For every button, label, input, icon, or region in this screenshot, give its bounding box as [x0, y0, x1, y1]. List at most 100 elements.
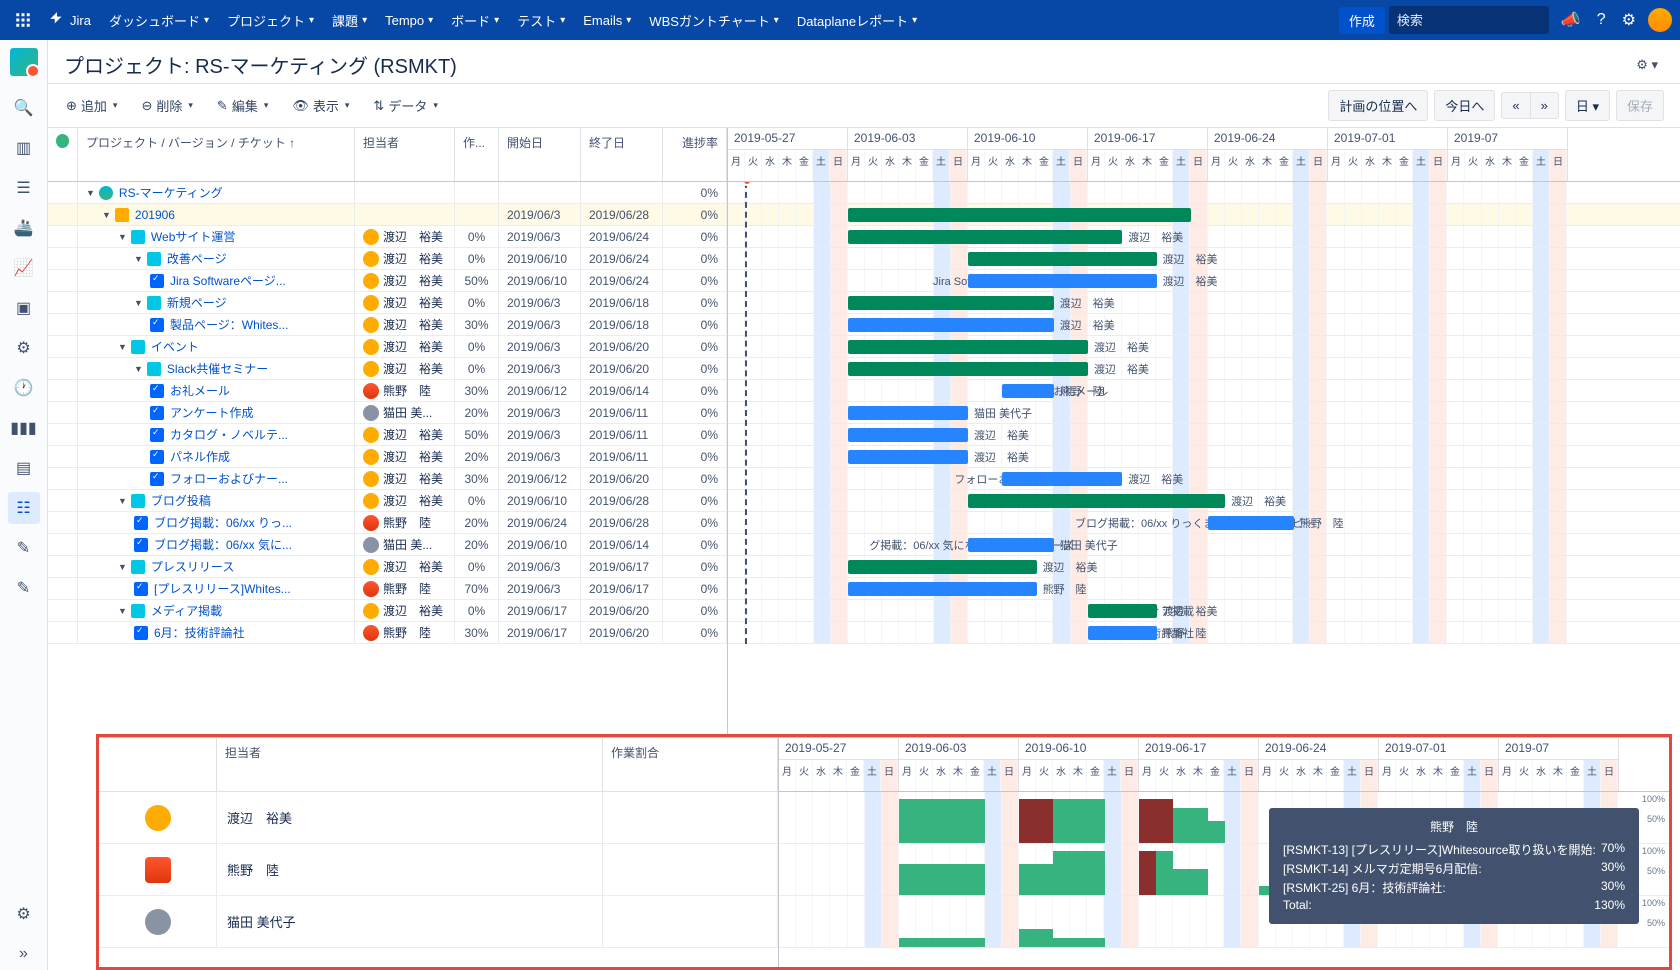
data-button[interactable]: ⇅ データ▾ — [371, 92, 439, 119]
workload-bar[interactable] — [1156, 851, 1173, 895]
search-icon[interactable]: 🔍 — [8, 92, 40, 124]
create-button[interactable]: 作成 — [1339, 7, 1385, 34]
start-header[interactable]: 開始日 — [499, 128, 581, 181]
workload-bar[interactable] — [1088, 851, 1105, 895]
gantt-row[interactable]: sourceページの作成渡辺 裕美 — [728, 314, 1680, 336]
gantt-bar[interactable] — [968, 252, 1157, 266]
add-button[interactable]: ⊕ 追加▾ — [64, 92, 119, 119]
gantt-bar[interactable] — [848, 428, 968, 442]
search-input[interactable] — [1397, 13, 1573, 28]
tree-toggle-icon[interactable]: ▼ — [118, 496, 127, 506]
gantt-bar[interactable] — [848, 208, 1191, 222]
help-icon[interactable]: ? — [1593, 11, 1610, 29]
gantt-bar[interactable] — [848, 560, 1037, 574]
task-row[interactable]: [プレスリリース]Whites...熊野 陸70%2019/06/32019/0… — [48, 578, 727, 600]
workload-bar[interactable] — [950, 938, 967, 947]
collapse-icon[interactable]: » — [8, 938, 40, 970]
list-icon[interactable]: ▤ — [8, 452, 40, 484]
tree-toggle-icon[interactable]: ▼ — [86, 188, 95, 198]
workload-bar[interactable] — [1190, 869, 1207, 895]
nav-item[interactable]: Dataplaneレポート▾ — [789, 0, 925, 40]
reports-icon[interactable]: 📈 — [8, 252, 40, 284]
nav-item[interactable]: 課題▾ — [324, 0, 375, 40]
gantt-row[interactable]: グ・ノベルティ準備渡辺 裕美 — [728, 424, 1680, 446]
task-row[interactable]: ▼Slack共催セミナー渡辺 裕美0%2019/06/32019/06/200% — [48, 358, 727, 380]
tree-toggle-icon[interactable]: ▼ — [118, 342, 127, 352]
gantt-bar[interactable] — [848, 296, 1054, 310]
tree-toggle-icon[interactable]: ▼ — [118, 606, 127, 616]
release-icon[interactable]: 🚢 — [8, 212, 40, 244]
task-row[interactable]: Jira Softwareページ...渡辺 裕美50%2019/06/10201… — [48, 270, 727, 292]
workload-bar[interactable] — [1088, 938, 1105, 947]
gantt-row[interactable]: アンケート作成猫田 美代子 — [728, 402, 1680, 424]
project-settings-icon[interactable]: ⚙ — [8, 898, 40, 930]
task-row[interactable]: 6月：技術評論社熊野 陸30%2019/06/172019/06/200% — [48, 622, 727, 644]
task-row[interactable]: 製品ページ：Whites...渡辺 裕美30%2019/06/32019/06/… — [48, 314, 727, 336]
nav-item[interactable]: テスト▾ — [509, 0, 573, 40]
task-row[interactable]: アンケート作成猫田 美...20%2019/06/32019/06/110% — [48, 402, 727, 424]
tree-toggle-icon[interactable]: ▼ — [134, 364, 143, 374]
workload-bar[interactable] — [1070, 799, 1087, 843]
gantt-bar[interactable] — [848, 340, 1088, 354]
gantt-row[interactable]: パネル作成渡辺 裕美 — [728, 446, 1680, 468]
gantt-bar[interactable] — [968, 538, 1054, 552]
columns-icon[interactable]: ▮▮▮ — [8, 412, 40, 444]
gantt-bar[interactable] — [848, 230, 1122, 244]
gantt-row[interactable]: 改善ページ渡辺 裕美 — [728, 248, 1680, 270]
nav-item[interactable]: WBSガントチャート▾ — [641, 0, 787, 40]
workload-bar[interactable] — [1053, 851, 1070, 895]
gantt-row[interactable]: ブログ投稿渡辺 裕美 — [728, 490, 1680, 512]
feather1-icon[interactable]: ✎ — [8, 532, 40, 564]
gantt-icon[interactable]: ☷ — [8, 492, 40, 524]
task-row[interactable]: ブログ掲載：06/xx りっ...熊野 陸20%2019/06/242019/0… — [48, 512, 727, 534]
task-row[interactable]: ▼イベント渡辺 裕美0%2019/06/32019/06/200% — [48, 336, 727, 358]
page-settings-button[interactable]: ⚙ ▾ — [1630, 53, 1664, 77]
nav-item[interactable]: ボード▾ — [443, 0, 507, 40]
tree-toggle-icon[interactable]: ▼ — [134, 298, 143, 308]
workload-bar[interactable] — [1139, 799, 1156, 843]
workload-bar[interactable] — [933, 799, 950, 843]
gantt-row[interactable]: 新規ページ渡辺 裕美 — [728, 292, 1680, 314]
gantt-bar[interactable] — [1088, 626, 1157, 640]
workload-bar[interactable] — [1019, 799, 1036, 843]
next-button[interactable]: » — [1531, 92, 1559, 119]
app-switcher-icon[interactable] — [8, 11, 38, 29]
workload-bar[interactable] — [1139, 851, 1156, 895]
gantt-row[interactable]: Jira Softwareページ修正依頼渡辺 裕美 — [728, 270, 1680, 292]
workload-bar[interactable] — [950, 864, 967, 895]
gantt-row[interactable]: rce取り扱いを開始熊野 陸 — [728, 578, 1680, 600]
workload-bar[interactable] — [950, 799, 967, 843]
project-icon[interactable] — [10, 48, 38, 76]
end-header[interactable]: 終了日 — [581, 128, 663, 181]
delete-button[interactable]: ⊖ 削除▾ — [139, 92, 194, 119]
workload-bar[interactable] — [916, 799, 933, 843]
gantt-row[interactable]: メディア掲載渡辺 裕美 — [728, 600, 1680, 622]
settings-icon[interactable]: ⚙ — [1618, 10, 1640, 30]
gantt-row[interactable]: イベント渡辺 裕美 — [728, 336, 1680, 358]
workload-bar[interactable] — [1208, 821, 1225, 843]
task-row[interactable]: ▼2019062019/06/32019/06/280% — [48, 204, 727, 226]
task-row[interactable]: ブログ掲載：06/xx 気に...猫田 美...20%2019/06/10201… — [48, 534, 727, 556]
workload-bar[interactable] — [899, 864, 916, 895]
today-button[interactable]: 今日へ — [1434, 90, 1495, 121]
task-row[interactable]: ▼新規ページ渡辺 裕美0%2019/06/32019/06/180% — [48, 292, 727, 314]
workload-bar[interactable] — [1019, 864, 1036, 895]
feather2-icon[interactable]: ✎ — [8, 572, 40, 604]
tree-toggle-icon[interactable]: ▼ — [102, 210, 111, 220]
issues-icon[interactable]: ▣ — [8, 292, 40, 324]
workload-bar[interactable] — [968, 864, 985, 895]
gantt-row[interactable] — [728, 182, 1680, 204]
time-icon[interactable]: 🕐 — [8, 372, 40, 404]
gantt-bar[interactable] — [968, 274, 1157, 288]
task-row[interactable]: ▼Webサイト運営渡辺 裕美0%2019/06/32019/06/240% — [48, 226, 727, 248]
jira-logo[interactable]: Jira — [42, 11, 97, 29]
nav-item[interactable]: Tempo▾ — [377, 0, 441, 40]
task-row[interactable]: お礼メール熊野 陸30%2019/06/122019/06/140% — [48, 380, 727, 402]
save-button[interactable]: 保存 — [1616, 90, 1664, 121]
workload-bar[interactable] — [933, 938, 950, 947]
workload-bar[interactable] — [1070, 851, 1087, 895]
board-icon[interactable]: ▥ — [8, 132, 40, 164]
task-row[interactable]: ▼RS-マーケティング0% — [48, 182, 727, 204]
view-button[interactable]: 👁 表示▾ — [290, 92, 351, 119]
workload-bar[interactable] — [1088, 799, 1105, 843]
